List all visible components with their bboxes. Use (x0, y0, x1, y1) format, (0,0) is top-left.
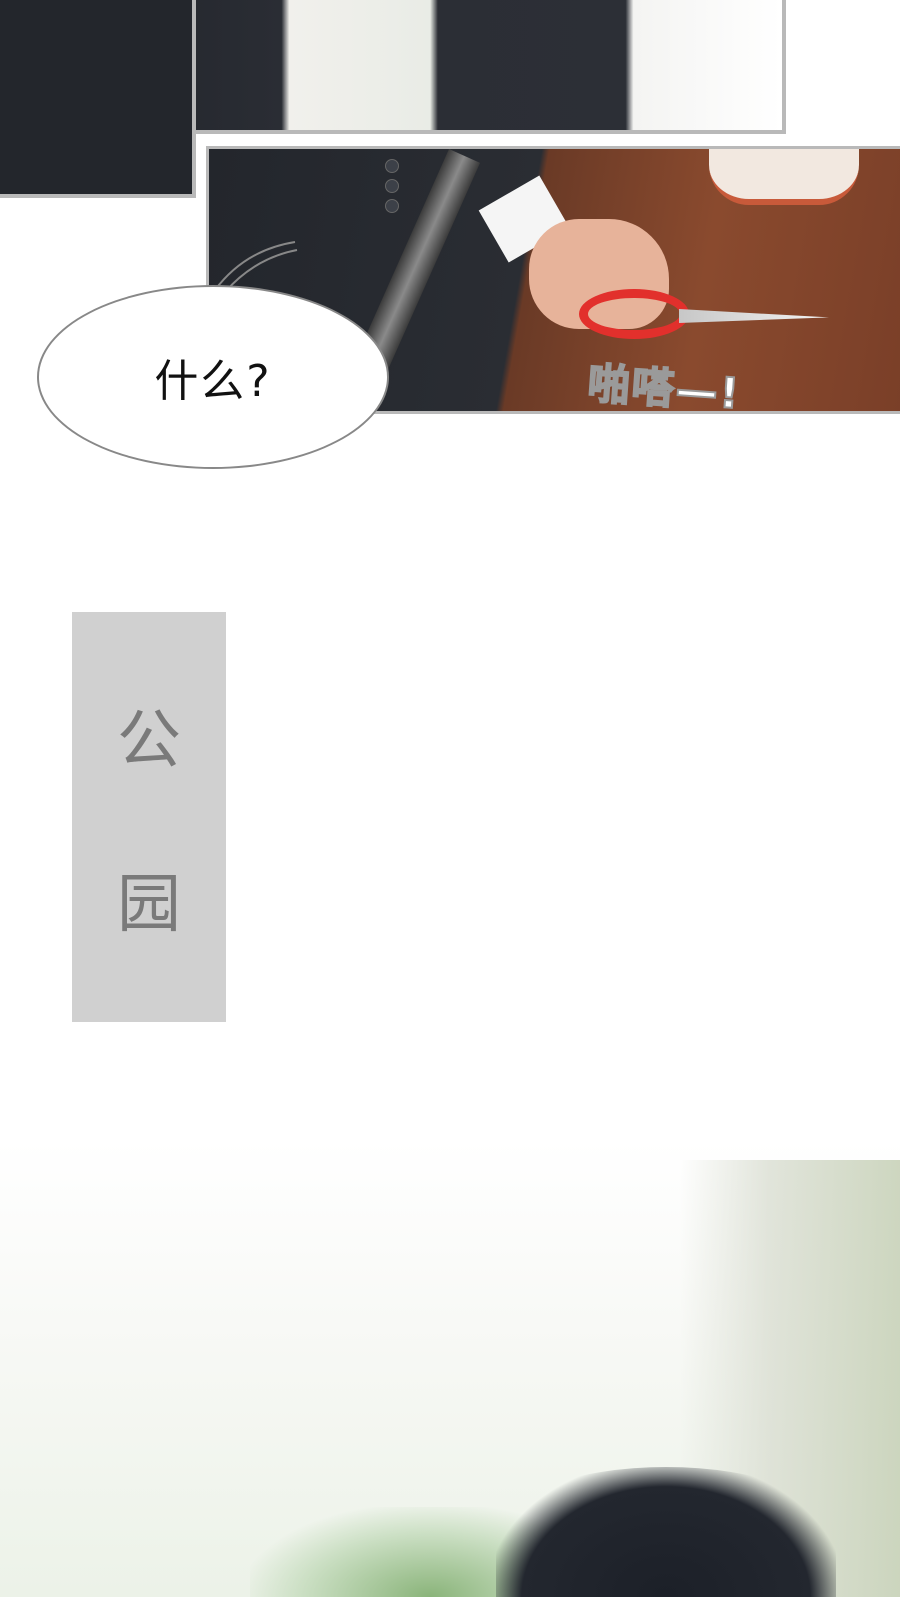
suit-sleeve-buttons (385, 159, 399, 219)
speech-text: 什么? (154, 356, 272, 407)
panel-suit-closeup (0, 0, 196, 198)
scissors-blade (679, 309, 829, 323)
sound-effect-text: 啪嗒—! (585, 358, 743, 420)
location-caption: 公 园 (72, 612, 226, 1022)
panel-park-scene (0, 1140, 900, 1597)
scissors-handle (579, 289, 689, 339)
speech-bubble: 什么? (37, 285, 389, 469)
plant-pot (709, 149, 859, 205)
location-char-1: 公 (117, 704, 181, 778)
character-hair (496, 1467, 836, 1597)
location-char-2: 园 (117, 868, 181, 942)
